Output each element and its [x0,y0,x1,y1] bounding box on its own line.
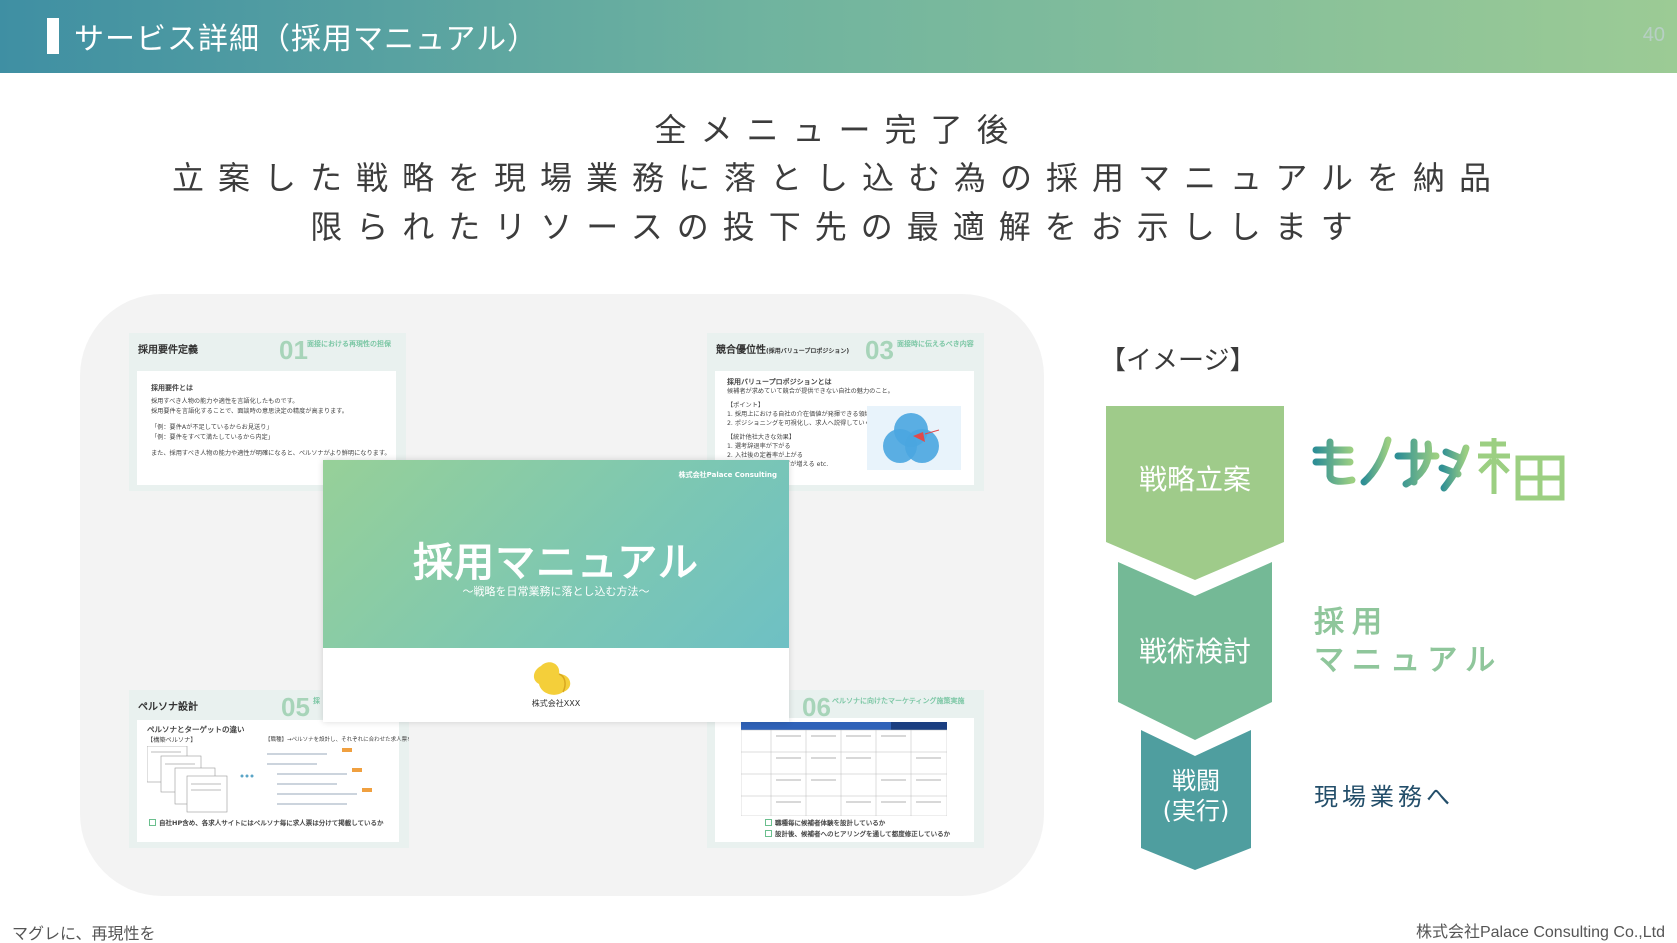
thumbnail-heading: 採用バリュープロポジションとは [727,378,832,386]
thumbnail-text: 【職種】→ペルソナを設計し、それぞれに合わせた求人票を作成。 [265,737,409,743]
thumbnail-subtitle: 面接における再現性の担保 [307,340,391,348]
checklist-item: 自社HP含め、各求人サイトにはペルソナ毎に求人票は分けて掲載しているか [159,819,384,827]
image-label: 【イメージ】 [1100,346,1256,376]
thumbnail-number: 03 [865,335,894,365]
cover-company-name: 株式会社Palace Consulting [678,471,777,479]
company-logo-icon [533,662,571,695]
thumbnail-subtitle: 採 [313,697,320,705]
thumbnail-text: 【構築ペルソナ】 [147,737,197,744]
intro-line-2: 立案した戦略を現場業務に落とし込む為の採用マニュアルを納品 [171,159,1506,197]
checklist-item: 設計後、候補者へのヒアリングを通して都度修正しているか [775,830,951,838]
cover-client-company: 株式会社XXX [531,699,581,708]
checkbox-icon [765,830,772,837]
checkbox-icon [765,819,772,826]
thumbnail-body: ペルソナとターゲットの違い 【構築ペルソナ】 【職種】→ペルソナを設計し、それぞ… [137,720,409,842]
venn-diagram-icon [867,406,961,470]
monosashi-saiyo-logo [1312,436,1565,501]
thumbnail-text: 「例：要件Aが不足しているからお見送り」 [151,424,273,431]
thumbnail-body: 職種毎に候補者体験を設計しているか 設計後、候補者へのヒアリングを通して都度修正… [715,718,974,842]
footer-company: 株式会社Palace Consulting Co.,Ltd [1415,924,1665,941]
intro-line-1: 全メニュー完了後 [654,111,1023,149]
checklist-item: 職種毎に候補者体験を設計しているか [775,819,886,827]
thumbnail-text: 2. ポジショニングを可視化し、求人へ説得していく [727,420,871,427]
persona-documents-icon [147,746,372,813]
step-label-strategy: 戦略立案 [1138,463,1251,496]
thumbnail-subtitle: 面接時に伝えるべき内容 [897,340,974,348]
header-bar: サービス詳細（採用マニュアル） 40 [0,0,1677,73]
cover-subtitle: 〜戦略を日常業務に落とし込む方法〜 [462,585,650,598]
thumbnail-number: 05 [281,692,310,722]
manual-text: 採用 マニュアル [1314,605,1504,678]
page-title: サービス詳細（採用マニュアル） [74,22,539,57]
cover-gradient-band: 株式会社Palace Consulting 採用マニュアル 〜戦略を日常業務に落… [323,460,789,648]
thumbnail-text: 採用要件を言語化することで、面談時の意思決定の精度が高まります。 [151,408,348,415]
strategy-table-icon [741,722,947,816]
checkbox-icon [149,819,156,826]
thumbnail-heading: ペルソナとターゲットの違い [147,725,245,734]
header-accent-mark [47,18,59,54]
step-label-execution: 戦闘 (実行) [1162,767,1230,825]
intro-line-3: 限られたリソースの投下先の最適解をお示しします [310,208,1367,246]
field-text: 現場業務へ [1314,783,1454,811]
thumbnail-subtitle: ペルソナに向けたマーケティング施策実施 [832,697,965,705]
step-label-tactics: 戦術検討 [1138,635,1251,668]
thumbnail-text: 候補者が求めていて競合が提供できない自社の魅力のこと。 [727,388,894,395]
manual-cover-page: 株式会社Palace Consulting 採用マニュアル 〜戦略を日常業務に落… [323,460,789,722]
thumbnail-number: 01 [279,335,308,365]
thumbnail-title: 競合優位性(採用バリュープロポジション) [716,345,850,356]
thumbnail-heading: 採用要件とは [151,384,193,392]
thumbnail-title: ペルソナ設計 [138,702,198,713]
page-number: 40 [1642,24,1665,46]
thumbnail-text: 採用すべき人物の能力や適性を言語化したものです。 [151,398,299,405]
footer-tagline: マグレに、再現性を [12,924,156,943]
thumbnail-text: 「例：要件をすべて満たしているから内定」 [151,434,274,441]
thumbnail-title: 採用要件定義 [138,345,198,356]
cover-title: 採用マニュアル [413,540,699,586]
thumbnail-text: また、採用すべき人物の能力や適性が明確になると、ペルソナがより鮮明になります。 [151,450,391,457]
